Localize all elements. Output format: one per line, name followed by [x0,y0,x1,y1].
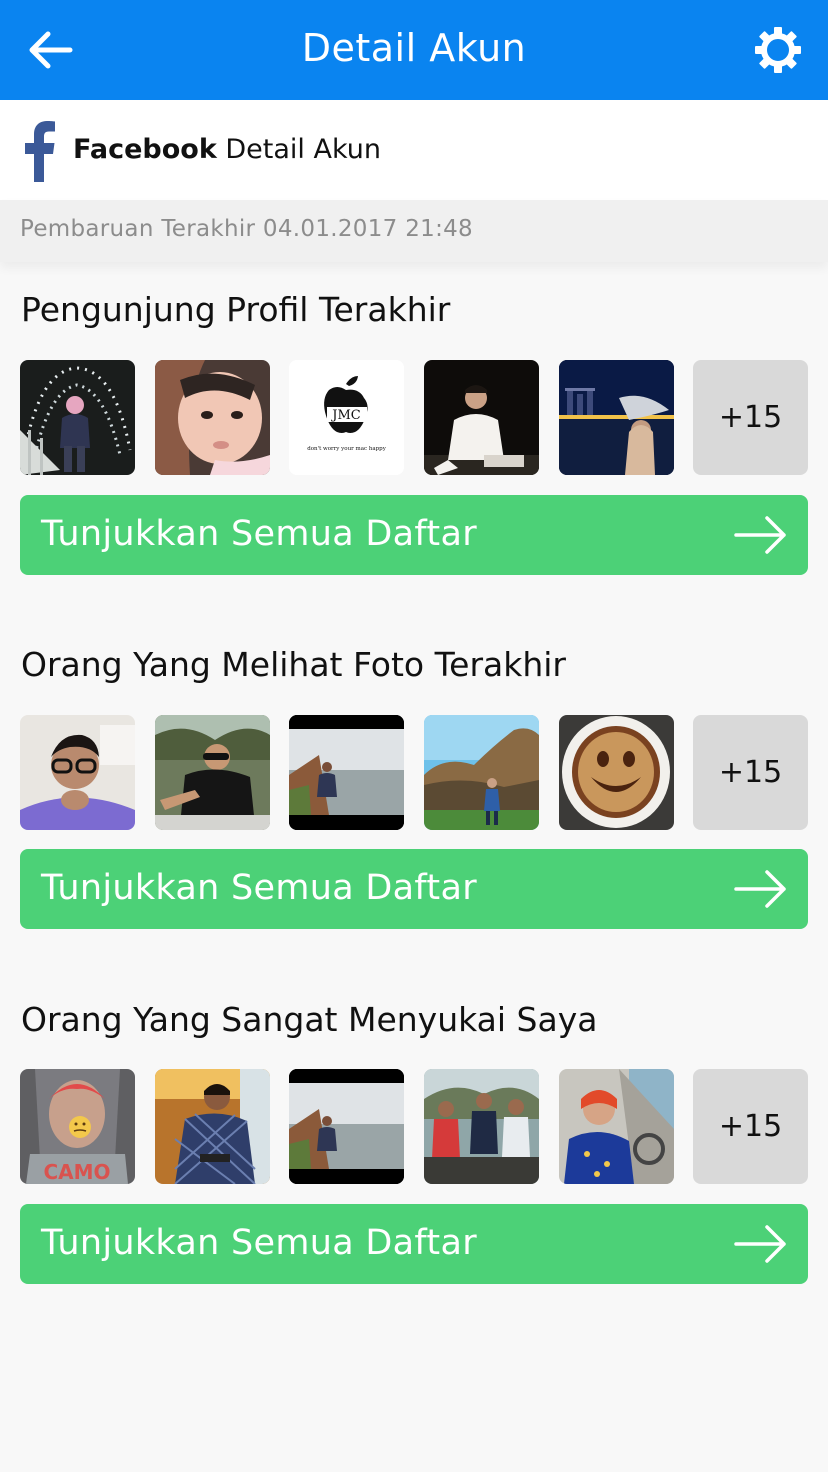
more-count-tile[interactable]: +15 [693,1069,808,1184]
profile-photo[interactable] [424,1069,539,1184]
show-all-list-button[interactable]: Tunjukkan Semua Daftar [20,1204,808,1284]
profile-photo[interactable] [559,1069,674,1184]
more-count-tile[interactable]: +15 [693,360,808,475]
account-source-row: Facebook Detail Akun [0,100,828,200]
account-suffix: Detail Akun [225,134,381,165]
show-all-button-label: Tunjukkan Semua Daftar [41,1223,477,1263]
profile-photo[interactable] [424,715,539,830]
profile-photo[interactable]: JMC don't worry your mac happy [289,360,404,475]
show-all-button-label: Tunjukkan Semua Daftar [41,514,477,554]
profile-photo[interactable]: CAMO [20,1069,135,1184]
profile-photo[interactable] [155,715,270,830]
more-count-tile[interactable]: +15 [693,715,808,830]
section-title-profile-visitors: Pengunjung Profil Terakhir [21,290,451,329]
show-all-list-button[interactable]: Tunjukkan Semua Daftar [20,495,808,575]
profile-photo[interactable] [20,360,135,475]
show-all-button-label: Tunjukkan Semua Daftar [41,868,477,908]
arrow-right-icon [734,516,786,554]
profile-photo[interactable] [424,360,539,475]
profile-photo[interactable] [155,1069,270,1184]
profile-photo[interactable] [20,715,135,830]
jmc-logo-tagline: don't worry your mac happy [307,446,387,452]
arrow-right-icon [734,870,786,908]
section-title-photo-viewers: Orang Yang Melihat Foto Terakhir [21,645,566,684]
account-brand: Facebook [73,134,217,165]
account-source-label: Facebook Detail Akun [73,134,381,165]
arrow-right-icon [734,1225,786,1263]
section-title-top-fans: Orang Yang Sangat Menyukai Saya [21,1000,598,1039]
gear-icon[interactable] [754,26,802,74]
profile-photo[interactable] [155,360,270,475]
profile-photo[interactable] [289,715,404,830]
app-header: Detail Akun [0,0,828,100]
jmc-logo-text: JMC [330,408,361,423]
show-all-list-button[interactable]: Tunjukkan Semua Daftar [20,849,808,929]
shirt-text: CAMO [43,1160,110,1184]
last-updated-text: Pembaruan Terakhir 04.01.2017 21:48 [20,216,473,242]
facebook-icon [25,121,55,182]
last-updated-bar: Pembaruan Terakhir 04.01.2017 21:48 [0,200,828,262]
page-title: Detail Akun [301,26,527,70]
profile-photo[interactable] [289,1069,404,1184]
profile-photo[interactable] [559,360,674,475]
profile-photo[interactable] [559,715,674,830]
